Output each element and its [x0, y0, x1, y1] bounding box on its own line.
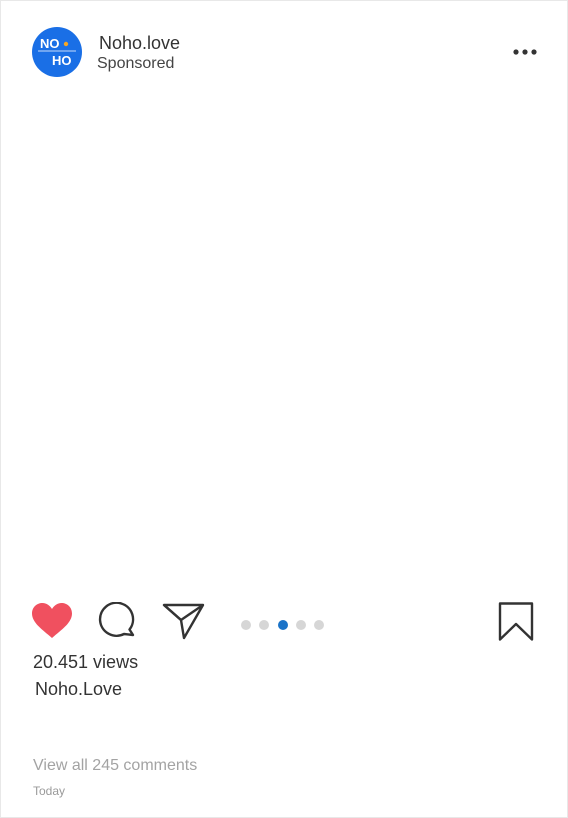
- view-comments-link[interactable]: View all 245 comments: [33, 756, 197, 776]
- avatar[interactable]: NO HO: [32, 27, 82, 77]
- avatar-text-top: NO: [40, 36, 60, 51]
- views-count: 20.451 views: [33, 652, 139, 672]
- bookmark-icon[interactable]: [498, 602, 534, 647]
- post-media[interactable]: [1, 101, 567, 591]
- carousel-dot: [241, 620, 251, 630]
- carousel-dot: [314, 620, 324, 630]
- carousel-dot: [296, 620, 306, 630]
- noho-logo-icon: NO HO: [38, 36, 76, 68]
- post-header: NO HO Noho.love Sponsored: [1, 1, 567, 101]
- account-name[interactable]: Noho.love: [99, 32, 180, 54]
- post-caption: Noho.Love: [35, 679, 123, 699]
- carousel-dot-active: [278, 620, 288, 630]
- post-card: NO HO Noho.love Sponsored 20.451 views N…: [0, 0, 568, 818]
- comment-bubble-icon[interactable]: [98, 601, 136, 645]
- paper-plane-icon[interactable]: [162, 602, 206, 645]
- more-horizontal-icon[interactable]: [510, 41, 542, 63]
- post-timestamp: Today: [33, 784, 66, 798]
- carousel-dot: [259, 620, 269, 630]
- sponsored-label: Sponsored: [97, 55, 175, 72]
- heart-filled-icon[interactable]: [31, 602, 73, 645]
- avatar-text-bottom: HO: [52, 53, 72, 68]
